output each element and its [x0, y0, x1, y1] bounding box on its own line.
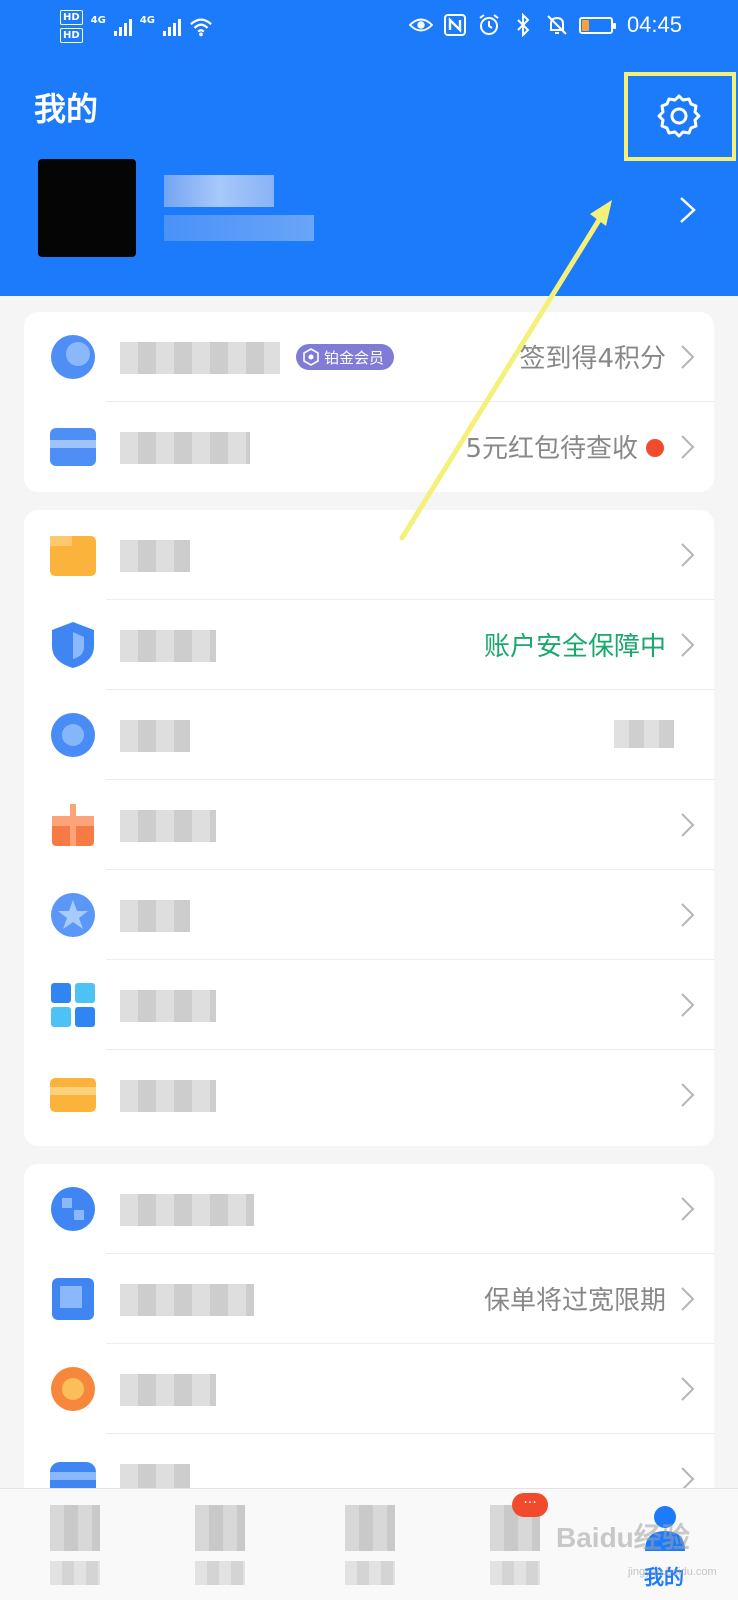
coupon-icon	[51, 1367, 95, 1411]
row-value: 账户安全保障中	[483, 632, 666, 662]
chevron-right-icon	[681, 1287, 695, 1311]
row-value: 签到得4积分	[519, 344, 666, 374]
page-title: 我的	[34, 90, 99, 128]
list-item[interactable]	[24, 1164, 714, 1254]
eye-icon	[408, 13, 433, 37]
hd-indicator: HD	[60, 28, 83, 43]
item-label-blurred	[120, 990, 216, 1022]
chevron-right-icon	[681, 345, 695, 369]
mute-icon	[545, 13, 569, 37]
grid-icon	[51, 983, 95, 1027]
shield-icon	[52, 622, 94, 668]
badge-label: 铂金会员	[324, 348, 385, 367]
profile-section[interactable]	[30, 155, 710, 270]
item-label-blurred	[120, 1194, 254, 1226]
card-icon	[50, 1078, 96, 1112]
alarm-icon	[477, 13, 501, 37]
list-item[interactable]: 账户安全保障中	[24, 600, 714, 690]
tab-home[interactable]	[30, 1499, 120, 1595]
wifi-icon	[189, 15, 213, 39]
row-value: 保单将过宽限期	[483, 1286, 666, 1316]
list-item[interactable]	[24, 960, 714, 1050]
status-bar: HD HD 4G 4G 04:45	[0, 0, 738, 56]
network-type: 4G	[90, 15, 106, 26]
watermark: Baidu经验	[556, 1522, 690, 1553]
settings-highlight-box	[624, 72, 736, 161]
wallet-icon	[50, 428, 96, 466]
user-account-blurred	[164, 215, 314, 241]
row-value-blurred	[614, 720, 674, 748]
tab-life[interactable]	[325, 1499, 415, 1595]
item-label-blurred	[120, 342, 280, 374]
bluetooth-icon	[511, 13, 535, 37]
finance-card: 保单将过宽限期	[24, 1164, 714, 1504]
membership-badge: 铂金会员	[296, 344, 395, 370]
item-label-blurred	[120, 720, 190, 752]
avatar[interactable]	[38, 159, 136, 257]
list-item[interactable]	[24, 510, 714, 600]
tab-label-blurred	[50, 1561, 100, 1585]
item-label-blurred	[120, 1374, 216, 1406]
message-badge: ···	[512, 1493, 548, 1517]
item-label-blurred	[120, 540, 190, 572]
chart-icon	[51, 1187, 95, 1231]
hd-indicator: HD	[60, 10, 83, 25]
status-time: 04:45	[626, 12, 682, 37]
item-label-blurred	[120, 900, 190, 932]
list-item[interactable]	[24, 870, 714, 960]
item-label-blurred	[120, 1284, 254, 1316]
membership-card: 铂金会员 签到得4积分 5元红包待查收	[24, 312, 714, 492]
services-card: 账户安全保障中	[24, 510, 714, 1146]
item-label-blurred	[120, 432, 250, 464]
chevron-right-icon	[681, 435, 695, 459]
service-icon	[51, 713, 95, 757]
tab-wealth[interactable]	[175, 1499, 265, 1595]
signal-icon	[113, 18, 132, 36]
item-label-blurred	[120, 810, 216, 842]
member-icon	[51, 335, 95, 379]
chevron-right-icon	[681, 1197, 695, 1221]
chevron-right-icon	[681, 633, 695, 657]
chevron-right-icon	[681, 993, 695, 1017]
life-icon	[345, 1505, 395, 1551]
battery-icon	[578, 16, 616, 34]
chevron-right-icon	[681, 903, 695, 927]
chevron-right-icon	[681, 813, 695, 837]
chevron-right-icon	[680, 197, 696, 223]
star-icon	[51, 893, 95, 937]
list-item[interactable]	[24, 780, 714, 870]
home-icon	[50, 1505, 100, 1551]
row-value: 5元红包待查收	[465, 434, 638, 464]
item-label-blurred	[120, 630, 216, 662]
signal-icon	[163, 18, 182, 36]
item-label-blurred	[120, 1080, 216, 1112]
list-item[interactable]: 5元红包待查收	[24, 402, 714, 492]
tab-label-blurred	[195, 1561, 245, 1585]
tab-label-blurred	[345, 1561, 395, 1585]
user-name-blurred	[164, 175, 274, 207]
gift-icon	[52, 804, 94, 846]
chevron-right-icon	[681, 1083, 695, 1107]
hexagon-icon	[303, 348, 319, 366]
folder-icon	[50, 536, 96, 576]
insurance-icon	[52, 1278, 94, 1320]
list-item[interactable]: 保单将过宽限期	[24, 1254, 714, 1344]
tab-messages[interactable]: ···	[470, 1493, 560, 1595]
chevron-right-icon	[681, 1377, 695, 1401]
notification-dot	[646, 439, 664, 457]
list-item[interactable]	[24, 1344, 714, 1434]
wealth-icon	[195, 1505, 245, 1551]
network-type: 4G	[139, 15, 156, 26]
nfc-icon	[443, 13, 467, 37]
chevron-right-icon	[681, 543, 695, 567]
tab-label-blurred	[490, 1561, 540, 1585]
list-item[interactable]	[24, 690, 714, 780]
list-item[interactable]: 铂金会员 签到得4积分	[24, 312, 714, 402]
list-item[interactable]	[24, 1050, 714, 1140]
watermark-url: jingyan.baidu.com	[628, 1566, 717, 1578]
